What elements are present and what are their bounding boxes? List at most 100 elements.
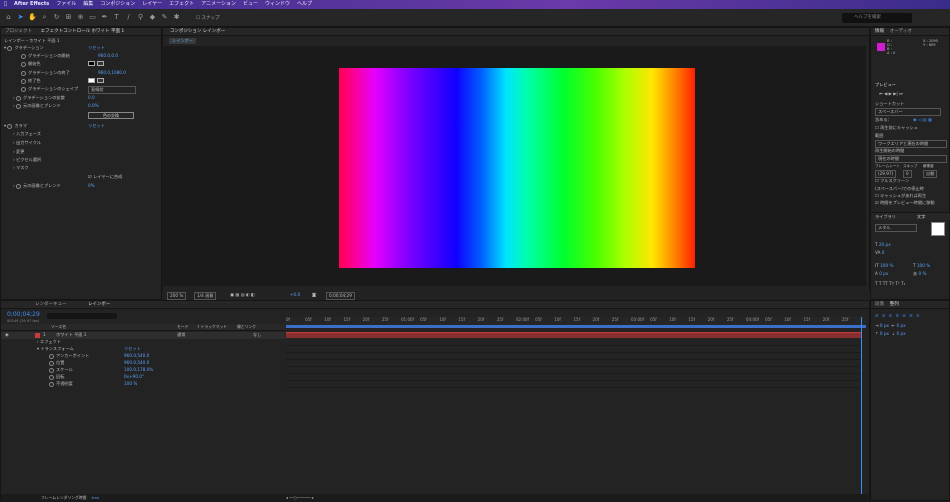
cache-before-checkbox[interactable]: ☐ 再生前にキャッシュ (875, 125, 918, 131)
play-from-dropdown[interactable]: 現在の時間 (875, 155, 947, 163)
tab-render-queue[interactable]: レンダーキュー (35, 302, 67, 307)
masking-group[interactable]: › マスク (13, 165, 29, 171)
layer-row[interactable]: ◉ 1 ホワイト 平面 1 通常 なし (1, 332, 285, 339)
prop-position-value[interactable]: 960.0,540.0 (124, 360, 149, 366)
pixel-select-group[interactable]: › ピクセル選択 (13, 157, 41, 163)
end-color-swatch[interactable] (88, 78, 95, 83)
time-ruler[interactable]: 0f 05f 10f 15f 20f 25f 01:00f 05f 10f 15f 20f 25f 02… (286, 317, 866, 325)
preview-tab[interactable]: プレビュー (875, 82, 896, 88)
tab-text[interactable]: 文字 (917, 214, 925, 220)
help-search-input[interactable]: ヘルプを検索 (842, 13, 912, 23)
prop-opacity-value[interactable]: 100 % (124, 381, 137, 387)
text-style-buttons[interactable]: T T TT Tт T¹ T₁ (875, 281, 905, 287)
timeline-zoom-slider[interactable]: ◂ ──○────── ▸ (286, 495, 314, 501)
layer-duration-bar[interactable] (286, 332, 861, 338)
hand-tool-icon[interactable]: ✋ (28, 13, 37, 22)
font-family-dropdown[interactable]: メタル (875, 224, 917, 232)
gradient-blend-value[interactable]: 0.0% (88, 103, 99, 109)
font-size-field[interactable]: T 20 px (875, 242, 891, 248)
clone-tool-icon[interactable]: ⚲ (136, 13, 145, 22)
layer-mode-dropdown[interactable]: 通常 (177, 332, 185, 338)
gradient-shape-dropdown[interactable]: 直線状 (88, 86, 136, 94)
column-track-matte[interactable]: T トラックマット (197, 324, 227, 330)
selection-tool-icon[interactable]: ➤ (16, 13, 25, 22)
space-fields[interactable]: ⇡ 0 px ⇣ 0 px (875, 331, 906, 337)
pen-tool-icon[interactable]: ✒ (100, 13, 109, 22)
start-color-eyedropper-icon[interactable] (97, 61, 104, 66)
composition-subtab[interactable]: レインボー (169, 38, 196, 44)
puppet-tool-icon[interactable]: ✱ (172, 13, 181, 22)
timeline-search-input[interactable] (47, 313, 117, 319)
snap-checkbox[interactable]: ☐ スナップ (196, 15, 219, 21)
tab-effect-controls[interactable]: エフェクトコントロール ホワイト 平面 1 (41, 29, 125, 34)
composition-tab[interactable]: コンポジション レインボー (163, 28, 869, 36)
colorama-effect-header[interactable]: ▾ カラマ (4, 123, 27, 129)
move-time-checkbox[interactable]: ☑ 時間をプレビュー時間に移動 (875, 200, 935, 206)
layer-effects-group[interactable]: › エフェクト (37, 339, 61, 345)
menu-animation[interactable]: アニメーション (201, 0, 236, 9)
work-area-bar[interactable] (286, 325, 866, 328)
comp-timecode[interactable]: 0;00;04;29 (326, 292, 355, 300)
range-dropdown[interactable]: ワークエリアと現在の時間 (875, 140, 947, 148)
start-color-swatch[interactable] (88, 61, 95, 66)
tab-paragraph[interactable]: 段落 (875, 302, 884, 307)
layer-parent-dropdown[interactable]: なし (253, 332, 261, 338)
modify-group[interactable]: › 変更 (13, 149, 24, 155)
tab-project[interactable]: プロジェクト (5, 29, 32, 34)
type-tool-icon[interactable]: T (112, 13, 121, 22)
menu-view[interactable]: ビュー (243, 0, 258, 9)
menu-app[interactable]: After Effects (14, 0, 49, 9)
menu-edit[interactable]: 編集 (83, 0, 93, 9)
layer-name[interactable]: ホワイト 平面 1 (56, 332, 86, 338)
tab-audio[interactable]: オーディオ (890, 29, 912, 34)
paragraph-align-buttons[interactable]: ≡ ≡ ≡ ≡ ≡ ≡ ≡ (875, 313, 921, 319)
menu-layer[interactable]: レイヤー (142, 0, 162, 9)
layer-label-color[interactable] (35, 333, 40, 338)
brush-tool-icon[interactable]: ∕ (124, 13, 133, 22)
end-color-eyedropper-icon[interactable] (97, 78, 104, 83)
tracking-field[interactable]: VA 0 (875, 250, 884, 256)
fullscreen-checkbox[interactable]: ☐ フルスクリーン (875, 178, 909, 184)
playback-controls[interactable]: ⏮ ◀ ▶ ▶| ⏭ (879, 91, 903, 97)
cache-if-checkbox[interactable]: ☐ キャッシュがあれば再生 (875, 193, 926, 199)
include-icons[interactable]: ◉ ◁ ▤ ▦ (913, 117, 932, 123)
viewer-buttons[interactable]: ▣ ▦ ▤ ◐ ◧ (230, 292, 255, 298)
menu-help[interactable]: ヘルプ (297, 0, 312, 9)
current-time-indicator[interactable] (861, 317, 862, 499)
zoom-tool-icon[interactable]: ⌕ (40, 13, 49, 22)
column-parent[interactable]: 親とリンク (237, 324, 256, 330)
layer-visibility-icon[interactable]: ◉ (5, 332, 9, 338)
menu-window[interactable]: ウィンドウ (265, 0, 290, 9)
prop-anchor-value[interactable]: 960.0,540.0 (124, 353, 149, 359)
resolution-dropdown[interactable]: 1/4 画質 (194, 292, 217, 300)
menu-composition[interactable]: コンポジション (100, 0, 135, 9)
shortcut-dropdown[interactable]: スペースバー (875, 108, 941, 116)
transform-reset[interactable]: リセット (124, 346, 141, 352)
horizontal-scale-field[interactable]: T 100 % (913, 263, 930, 269)
vertical-scale-field[interactable]: IT 100 % (875, 263, 893, 269)
rectangle-tool-icon[interactable]: ▭ (88, 13, 97, 22)
input-phase-group[interactable]: › 入力フェーズ (13, 131, 41, 137)
gradient-end-value[interactable]: 960.0,1080.0 (98, 70, 126, 76)
rainbow-gradient-layer[interactable] (339, 68, 695, 268)
layer-transform-group[interactable]: ▾ トランスフォーム (37, 346, 74, 352)
skip-dropdown[interactable]: 0 (903, 170, 912, 178)
camera-icon[interactable]: ◙ (312, 292, 316, 298)
camera-tool-icon[interactable]: ⊞ (64, 13, 73, 22)
pan-behind-tool-icon[interactable]: ⊕ (76, 13, 85, 22)
menu-file[interactable]: ファイル (56, 0, 76, 9)
prop-scale-value[interactable]: 100.0,178.0% (124, 367, 153, 373)
exposure-value[interactable]: +0.0 (290, 292, 300, 298)
gradient-effect-header[interactable]: ▾ グラデーション (4, 45, 44, 51)
swap-colors-button[interactable]: 色の交換 (88, 112, 134, 119)
tab-library[interactable]: ライブラリ (875, 214, 896, 220)
tsume-field[interactable]: あ 0 % (913, 271, 927, 277)
tab-align[interactable]: 整列 (890, 302, 899, 307)
rotate-tool-icon[interactable]: ↻ (52, 13, 61, 22)
home-icon[interactable]: ⌂ (4, 13, 13, 22)
output-cycle-group[interactable]: › 出力サイクル (13, 140, 41, 146)
tab-info[interactable]: 情報 (875, 29, 884, 34)
menu-effect[interactable]: エフェクト (169, 0, 194, 9)
colorama-blend-value[interactable]: 0% (88, 183, 95, 189)
fill-color-swatch[interactable] (931, 222, 945, 236)
